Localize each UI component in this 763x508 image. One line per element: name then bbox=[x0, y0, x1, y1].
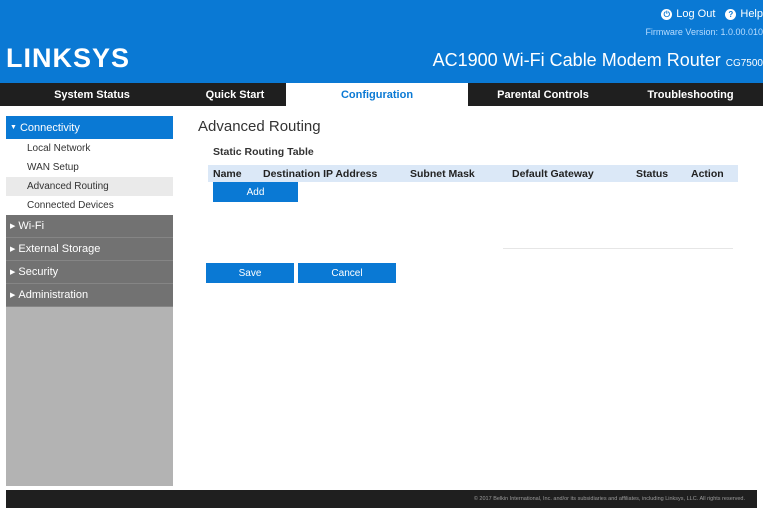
sidebar-section-administration[interactable]: ▶ Administration bbox=[6, 284, 173, 307]
main-content: Advanced Routing Static Routing Table Na… bbox=[198, 118, 746, 283]
logout-label: Log Out bbox=[676, 8, 716, 20]
tab-configuration[interactable]: Configuration bbox=[286, 83, 468, 106]
sidebar-item-connected-devices[interactable]: Connected Devices bbox=[6, 196, 173, 215]
firmware-version: Firmware Version: 1.0.00.010 bbox=[645, 27, 763, 37]
column-header-status: Status bbox=[631, 165, 686, 182]
sidebar-section-label: Security bbox=[18, 266, 59, 278]
model-name: AC1900 Wi-Fi Cable Modem Router bbox=[432, 50, 721, 70]
logout-link[interactable]: ⏻ Log Out bbox=[661, 8, 715, 20]
sidebar-item-local-network[interactable]: Local Network bbox=[6, 139, 173, 158]
tab-parental-controls[interactable]: Parental Controls bbox=[468, 83, 618, 106]
sidebar-section-security[interactable]: ▶ Security bbox=[6, 261, 173, 284]
column-header-subnet-mask: Subnet Mask bbox=[405, 165, 507, 182]
sidebar-item-advanced-routing[interactable]: Advanced Routing bbox=[6, 177, 173, 196]
sidebar-section-connectivity[interactable]: ▼ Connectivity bbox=[6, 116, 173, 139]
section-title: Static Routing Table bbox=[213, 146, 314, 158]
tab-quick-start[interactable]: Quick Start bbox=[184, 83, 286, 106]
caret-right-icon: ▶ bbox=[10, 223, 16, 230]
header: LINKSYS ⏻ Log Out ? Help Firmware Versio… bbox=[0, 0, 763, 83]
main-nav: System Status Quick Start Configuration … bbox=[0, 83, 763, 106]
caret-down-icon: ▼ bbox=[10, 124, 17, 131]
copyright-text: © 2017 Belkin International, Inc. and/or… bbox=[473, 496, 745, 502]
sidebar-section-label: Wi-Fi bbox=[18, 220, 45, 232]
model-code: CG7500 bbox=[725, 58, 763, 69]
column-header-name: Name bbox=[208, 165, 258, 182]
sidebar: ▼ Connectivity Local Network WAN Setup A… bbox=[6, 116, 173, 486]
column-header-destination-ip: Destination IP Address bbox=[258, 165, 405, 182]
caret-right-icon: ▶ bbox=[10, 292, 16, 299]
router-admin-page: LINKSYS ⏻ Log Out ? Help Firmware Versio… bbox=[0, 0, 763, 508]
power-icon: ⏻ bbox=[661, 8, 673, 20]
column-header-default-gateway: Default Gateway bbox=[507, 165, 631, 182]
help-label: Help bbox=[740, 8, 763, 20]
static-routing-table: Name Destination IP Address Subnet Mask … bbox=[208, 165, 738, 182]
caret-right-icon: ▶ bbox=[10, 246, 16, 253]
sidebar-section-label: External Storage bbox=[18, 243, 101, 255]
header-links: ⏻ Log Out ? Help bbox=[661, 6, 763, 22]
connectivity-submenu: Local Network WAN Setup Advanced Routing… bbox=[6, 139, 173, 215]
sidebar-item-wan-setup[interactable]: WAN Setup bbox=[6, 158, 173, 177]
sidebar-section-wifi[interactable]: ▶ Wi-Fi bbox=[6, 215, 173, 238]
save-button[interactable]: Save bbox=[206, 263, 294, 283]
linksys-logo: LINKSYS bbox=[6, 43, 131, 73]
caret-right-icon: ▶ bbox=[10, 269, 16, 276]
form-actions: Save Cancel bbox=[206, 263, 396, 283]
footer: © 2017 Belkin International, Inc. and/or… bbox=[6, 490, 757, 508]
help-icon: ? bbox=[725, 8, 737, 20]
sidebar-section-external-storage[interactable]: ▶ External Storage bbox=[6, 238, 173, 261]
model-title: AC1900 Wi-Fi Cable Modem Router CG7500 bbox=[433, 50, 763, 71]
divider bbox=[503, 248, 733, 249]
add-route-button[interactable]: Add bbox=[213, 182, 298, 202]
tab-system-status[interactable]: System Status bbox=[0, 83, 184, 106]
tab-troubleshooting[interactable]: Troubleshooting bbox=[618, 83, 763, 106]
page-title: Advanced Routing bbox=[198, 118, 321, 135]
table-header-row: Name Destination IP Address Subnet Mask … bbox=[208, 165, 738, 182]
cancel-button[interactable]: Cancel bbox=[298, 263, 396, 283]
column-header-action: Action bbox=[686, 165, 738, 182]
sidebar-section-label: Administration bbox=[18, 289, 89, 301]
sidebar-section-label: Connectivity bbox=[19, 121, 80, 134]
help-link[interactable]: ? Help bbox=[725, 8, 763, 20]
